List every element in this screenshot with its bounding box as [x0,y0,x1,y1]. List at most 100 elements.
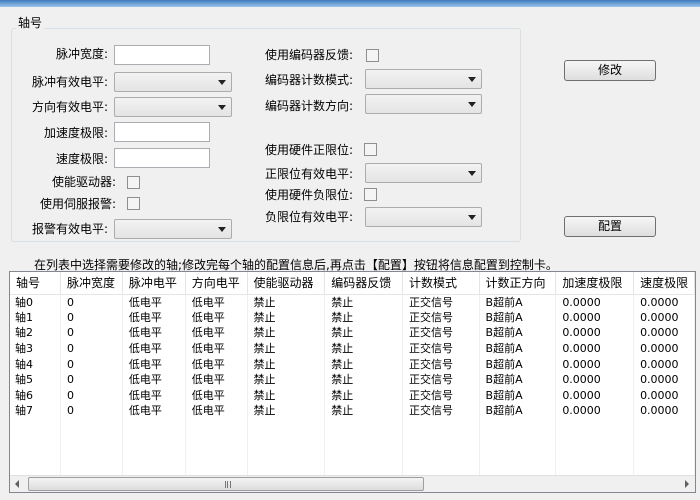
chevron-down-icon [468,77,476,82]
table-cell: 低电平 [122,356,186,372]
table-cell: 禁止 [324,325,404,341]
configure-button[interactable]: 配置 [564,216,656,237]
table-cell: 轴7 [10,403,62,419]
table-row[interactable]: 轴4 0 低电平 低电平 禁止 禁止 正交信号 B超前A 0.0000 0.0000 [10,356,695,372]
encoder-dir-label: 编码器计数方向: [265,99,354,113]
table-cell: 低电平 [185,356,248,372]
table-row[interactable]: 轴5 0 低电平 低电平 禁止 禁止 正交信号 B超前A 0.0000 0.0000 [10,371,695,388]
table-cell [555,449,635,466]
speed-limit-label: 速度极限: [55,152,108,166]
table-cell [324,418,404,435]
alarm-level-label: 报警有效电平: [31,222,108,236]
table-row[interactable]: 轴6 0 低电平 低电平 禁止 禁止 正交信号 B超前A 0.0000 0.0000 [10,387,695,404]
pulse-level-select[interactable] [114,72,232,92]
table-cell: 低电平 [185,340,248,357]
pos-limit-level-label: 正限位有效电平: [265,167,354,181]
table-cell: B超前A [479,309,557,326]
table-row[interactable]: 轴0 0 低电平 低电平 禁止 禁止 正交信号 B超前A 0.0000 0.0000 [10,294,695,310]
column-header[interactable]: 轴号 [10,272,62,295]
table-row[interactable]: 轴7 0 低电平 低电平 禁止 禁止 正交信号 B超前A 0.0000 0.0000 [10,403,695,419]
table-cell: 0.0000 [555,356,635,372]
axis-list-view[interactable]: 轴号 脉冲宽度 脉冲电平 方向电平 使能驱动器 编码器反馈 计数模式 计数正方向… [9,271,696,493]
table-cell: 轴2 [10,325,62,341]
table-cell: 禁止 [247,294,326,310]
encoder-dir-select[interactable] [365,94,482,114]
table-cell: 禁止 [324,371,404,388]
table-cell [402,449,480,466]
hw-neg-limit-label: 使用硬件负限位: [265,188,354,202]
hw-pos-limit-checkbox[interactable] [364,143,377,156]
column-header[interactable]: 方向电平 [185,272,248,295]
table-cell: 低电平 [122,294,186,310]
chevron-down-icon [218,227,226,232]
table-cell [122,449,186,466]
table-cell: 轴5 [10,371,62,388]
table-header-row: 轴号 脉冲宽度 脉冲电平 方向电平 使能驱动器 编码器反馈 计数模式 计数正方向… [10,272,695,295]
pulse-level-label: 脉冲有效电平: [31,75,108,89]
speed-limit-input[interactable] [114,148,210,168]
table-cell [247,434,326,450]
table-cell [479,434,557,450]
table-cell: 低电平 [122,387,186,404]
neg-limit-level-select[interactable] [365,207,482,227]
column-header[interactable]: 加速度极限 [555,272,635,295]
table-cell: 0.0000 [633,325,695,341]
dir-level-label: 方向有效电平: [31,100,108,114]
table-cell: 禁止 [324,340,404,357]
table-cell: 轴1 [10,309,62,326]
table-row[interactable] [10,449,695,466]
servo-alarm-checkbox[interactable] [127,197,140,210]
scrollbar-thumb[interactable] [28,477,424,491]
table-cell: 0.0000 [633,294,695,310]
horizontal-scrollbar[interactable] [10,475,695,492]
table-cell: 低电平 [185,403,248,419]
column-header[interactable]: 计数正方向 [479,272,557,295]
acc-limit-input[interactable] [114,122,210,142]
table-cell: 0.0000 [555,309,635,326]
servo-alarm-label: 使用伺服报警: [39,197,116,211]
column-header[interactable]: 编码器反馈 [324,272,404,295]
table-row[interactable]: 轴3 0 低电平 低电平 禁止 禁止 正交信号 B超前A 0.0000 0.0000 [10,340,695,357]
scroll-left-button[interactable] [10,476,27,492]
column-header[interactable]: 使能驱动器 [247,272,326,295]
table-cell: 禁止 [247,325,326,341]
table-row[interactable]: 轴2 0 低电平 低电平 禁止 禁止 正交信号 B超前A 0.0000 0.0000 [10,325,695,341]
table-cell [60,449,123,466]
table-row[interactable] [10,418,695,435]
pulse-width-input[interactable] [114,45,210,65]
table-cell: 0 [60,294,123,310]
table-cell: 禁止 [247,387,326,404]
column-header[interactable]: 计数模式 [402,272,480,295]
table-cell: 低电平 [122,325,186,341]
scroll-right-button[interactable] [678,476,695,492]
pos-limit-level-select[interactable] [365,163,482,183]
encoder-feedback-checkbox[interactable] [366,49,379,62]
table-cell [122,434,186,450]
table-cell: 低电平 [185,294,248,310]
table-cell: 低电平 [122,340,186,357]
axis-table: 轴号 脉冲宽度 脉冲电平 方向电平 使能驱动器 编码器反馈 计数模式 计数正方向… [10,272,695,482]
column-header[interactable]: 脉冲电平 [122,272,186,295]
dir-level-select[interactable] [114,97,232,117]
alarm-level-select[interactable] [114,219,232,239]
table-cell [479,449,557,466]
table-cell: 禁止 [324,356,404,372]
table-cell: 低电平 [122,309,186,326]
table-cell: 轴4 [10,356,62,372]
table-cell: 轴3 [10,340,62,357]
chevron-down-icon [468,102,476,107]
table-row[interactable]: 轴1 0 低电平 低电平 禁止 禁止 正交信号 B超前A 0.0000 0.0000 [10,309,695,326]
column-header[interactable]: 速度极限 [633,272,695,295]
table-cell: 0.0000 [555,325,635,341]
column-header[interactable]: 脉冲宽度 [60,272,123,295]
encoder-mode-select[interactable] [365,69,482,89]
hw-neg-limit-checkbox[interactable] [364,188,377,201]
table-cell: 0.0000 [633,371,695,388]
modify-button[interactable]: 修改 [564,60,656,81]
table-cell: 禁止 [247,340,326,357]
table-cell [10,449,62,466]
enable-driver-checkbox[interactable] [127,176,140,189]
table-cell [324,449,404,466]
table-row[interactable] [10,434,695,450]
table-cell [479,418,557,435]
